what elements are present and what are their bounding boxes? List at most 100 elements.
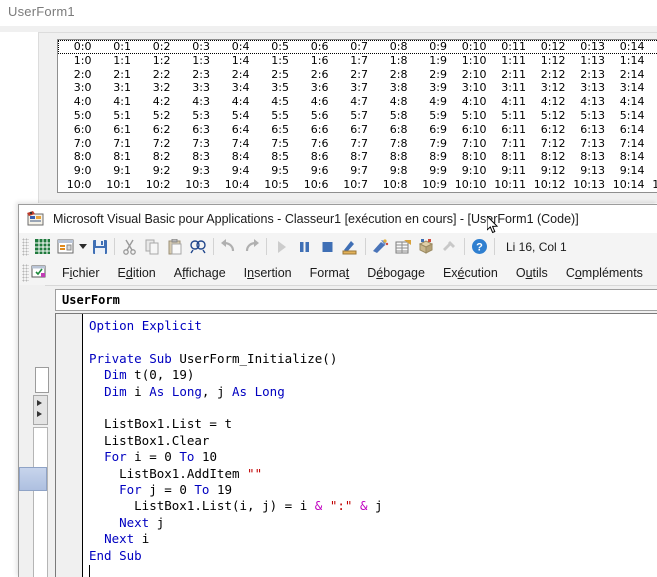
- listbox-cell[interactable]: 5:2: [137, 109, 177, 123]
- listbox-cell[interactable]: 8:5: [256, 150, 296, 164]
- listbox-cell[interactable]: 0:13: [572, 40, 612, 54]
- menu-item-outils[interactable]: Outils: [507, 264, 557, 282]
- listbox-cell[interactable]: 10:12: [532, 178, 572, 192]
- paste-icon[interactable]: [164, 236, 187, 258]
- listbox-cell[interactable]: 3:3: [177, 81, 217, 95]
- listbox-cell[interactable]: 0:2: [137, 40, 177, 54]
- listbox-cell[interactable]: 10:1: [98, 178, 138, 192]
- project-explorer-arrows[interactable]: [33, 395, 48, 425]
- listbox-cell[interactable]: 4:0: [58, 95, 98, 109]
- listbox-cell[interactable]: 7:7: [335, 137, 375, 151]
- listbox-cell[interactable]: 0:4: [216, 40, 256, 54]
- listbox-cell[interactable]: 6:9: [414, 123, 454, 137]
- listbox-cell[interactable]: 5:0: [58, 109, 98, 123]
- code-line[interactable]: Dim i As Long, j As Long: [89, 384, 657, 400]
- listbox-cell[interactable]: 4:11: [493, 95, 533, 109]
- listbox-cell[interactable]: 10:3: [177, 178, 217, 192]
- code-line[interactable]: For i = 0 To 10: [89, 449, 657, 465]
- listbox-cell[interactable]: 4:8: [374, 95, 414, 109]
- listbox-cell[interactable]: 10:9: [414, 178, 454, 192]
- vbe-menubar[interactable]: Fichier Edition Affichage Insertion Format Dé…: [19, 260, 657, 286]
- listbox-cell[interactable]: 2:10: [453, 68, 493, 82]
- listbox-cell[interactable]: 5:9: [414, 109, 454, 123]
- listbox-cell[interactable]: 5:1: [98, 109, 138, 123]
- listbox-cell[interactable]: 7:2: [137, 137, 177, 151]
- listbox-cell[interactable]: 7:6: [295, 137, 335, 151]
- listbox-cell[interactable]: 1:3: [177, 54, 217, 68]
- listbox-cell[interactable]: 8:14: [611, 150, 651, 164]
- code-line[interactable]: [89, 400, 657, 416]
- listbox-cell[interactable]: 5:3: [177, 109, 217, 123]
- listbox-cell[interactable]: 8:9: [414, 150, 454, 164]
- listbox-cell[interactable]: 2:3: [177, 68, 217, 82]
- listbox-ListBox1[interactable]: 0:0 0:1 0:2 0:3 0:4 0:5 0:6 0:7 0:8 0:9 0:10 0:11 0:…: [57, 39, 657, 193]
- design-mode-icon[interactable]: [339, 236, 362, 258]
- listbox-cell[interactable]: 10:10: [453, 178, 493, 192]
- listbox-cell[interactable]: 9:0: [58, 164, 98, 178]
- find-icon[interactable]: [187, 236, 210, 258]
- menubar-grip[interactable]: [22, 263, 29, 282]
- menu-item-fenetre[interactable]: Fenêtre: [652, 264, 657, 282]
- listbox-cell[interactable]: 10:14: [611, 178, 651, 192]
- listbox-cell[interactable]: 6:12: [532, 123, 572, 137]
- listbox-cell[interactable]: 4:9: [414, 95, 454, 109]
- listbox-cell[interactable]: 3:4: [216, 81, 256, 95]
- listbox-cell[interactable]: 2:1: [98, 68, 138, 82]
- listbox-cell[interactable]: 2:6: [295, 68, 335, 82]
- listbox-cell[interactable]: 1:11: [493, 54, 533, 68]
- code-line[interactable]: End Sub: [89, 548, 657, 564]
- undo-icon[interactable]: [217, 236, 240, 258]
- object-browser-icon[interactable]: [415, 236, 438, 258]
- listbox-cell[interactable]: 3:8: [374, 81, 414, 95]
- listbox-row[interactable]: 9:0 9:1 9:2 9:3 9:4 9:5 9:6 9:7 9:8 9:9 9:10 9:11 9:…: [58, 164, 657, 178]
- listbox-cell[interactable]: 8:12: [532, 150, 572, 164]
- listbox-cell[interactable]: 10:13: [572, 178, 612, 192]
- listbox-cell[interactable]: 5:11: [493, 109, 533, 123]
- listbox-cell[interactable]: 6:11: [493, 123, 533, 137]
- listbox-cell[interactable]: 9:12: [532, 164, 572, 178]
- listbox-cell[interactable]: 1:15: [651, 54, 657, 68]
- listbox-cell[interactable]: 1:2: [137, 54, 177, 68]
- listbox-row[interactable]: 1:0 1:1 1:2 1:3 1:4 1:5 1:6 1:7 1:8 1:9 1:10 1:11 1:…: [58, 54, 657, 68]
- project-explorer-strip[interactable]: [19, 285, 49, 577]
- listbox-cell[interactable]: 6:15: [651, 123, 657, 137]
- listbox-cell[interactable]: 0:9: [414, 40, 454, 54]
- listbox-cell[interactable]: 2:4: [216, 68, 256, 82]
- listbox-cell[interactable]: 3:11: [493, 81, 533, 95]
- listbox-cell[interactable]: 5:6: [295, 109, 335, 123]
- code-line[interactable]: ListBox1.List(i, j) = i & ":" & j: [89, 498, 657, 514]
- listbox-cell[interactable]: 0:7: [335, 40, 375, 54]
- stop-icon[interactable]: [316, 236, 339, 258]
- code-line[interactable]: [89, 564, 657, 577]
- listbox-cell[interactable]: 2:13: [572, 68, 612, 82]
- listbox-cell[interactable]: 3:5: [256, 81, 296, 95]
- listbox-cell[interactable]: 6:2: [137, 123, 177, 137]
- listbox-cell[interactable]: 1:7: [335, 54, 375, 68]
- listbox-cell[interactable]: 8:1: [98, 150, 138, 164]
- listbox-cell[interactable]: 5:15: [651, 109, 657, 123]
- listbox-cell[interactable]: 0:8: [374, 40, 414, 54]
- code-line[interactable]: For j = 0 To 19: [89, 482, 657, 498]
- listbox-cell[interactable]: 0:15: [651, 40, 657, 54]
- listbox-cell[interactable]: 8:11: [493, 150, 533, 164]
- listbox-cell[interactable]: 4:1: [98, 95, 138, 109]
- listbox-cell[interactable]: 9:15: [651, 164, 657, 178]
- code-editor[interactable]: Option Explicit Private Sub UserForm_Ini…: [55, 313, 657, 577]
- listbox-cell[interactable]: 5:5: [256, 109, 296, 123]
- listbox-cell[interactable]: 4:4: [216, 95, 256, 109]
- listbox-cell[interactable]: 7:3: [177, 137, 217, 151]
- listbox-cell[interactable]: 0:12: [532, 40, 572, 54]
- listbox-cell[interactable]: 8:3: [177, 150, 217, 164]
- listbox-cell[interactable]: 10:2: [137, 178, 177, 192]
- listbox-cell[interactable]: 1:8: [374, 54, 414, 68]
- redo-icon[interactable]: [240, 236, 263, 258]
- listbox-cell[interactable]: 1:1: [98, 54, 138, 68]
- code-line[interactable]: Option Explicit: [89, 318, 657, 334]
- listbox-cell[interactable]: 8:4: [216, 150, 256, 164]
- listbox-cell[interactable]: 8:8: [374, 150, 414, 164]
- vbe-toolbar[interactable]: ? Li 16, Col 1: [19, 233, 657, 261]
- listbox-cell[interactable]: 6:7: [335, 123, 375, 137]
- insert-dropdown-caret-icon[interactable]: [77, 236, 88, 258]
- listbox-cell[interactable]: 8:6: [295, 150, 335, 164]
- listbox-cell[interactable]: 5:10: [453, 109, 493, 123]
